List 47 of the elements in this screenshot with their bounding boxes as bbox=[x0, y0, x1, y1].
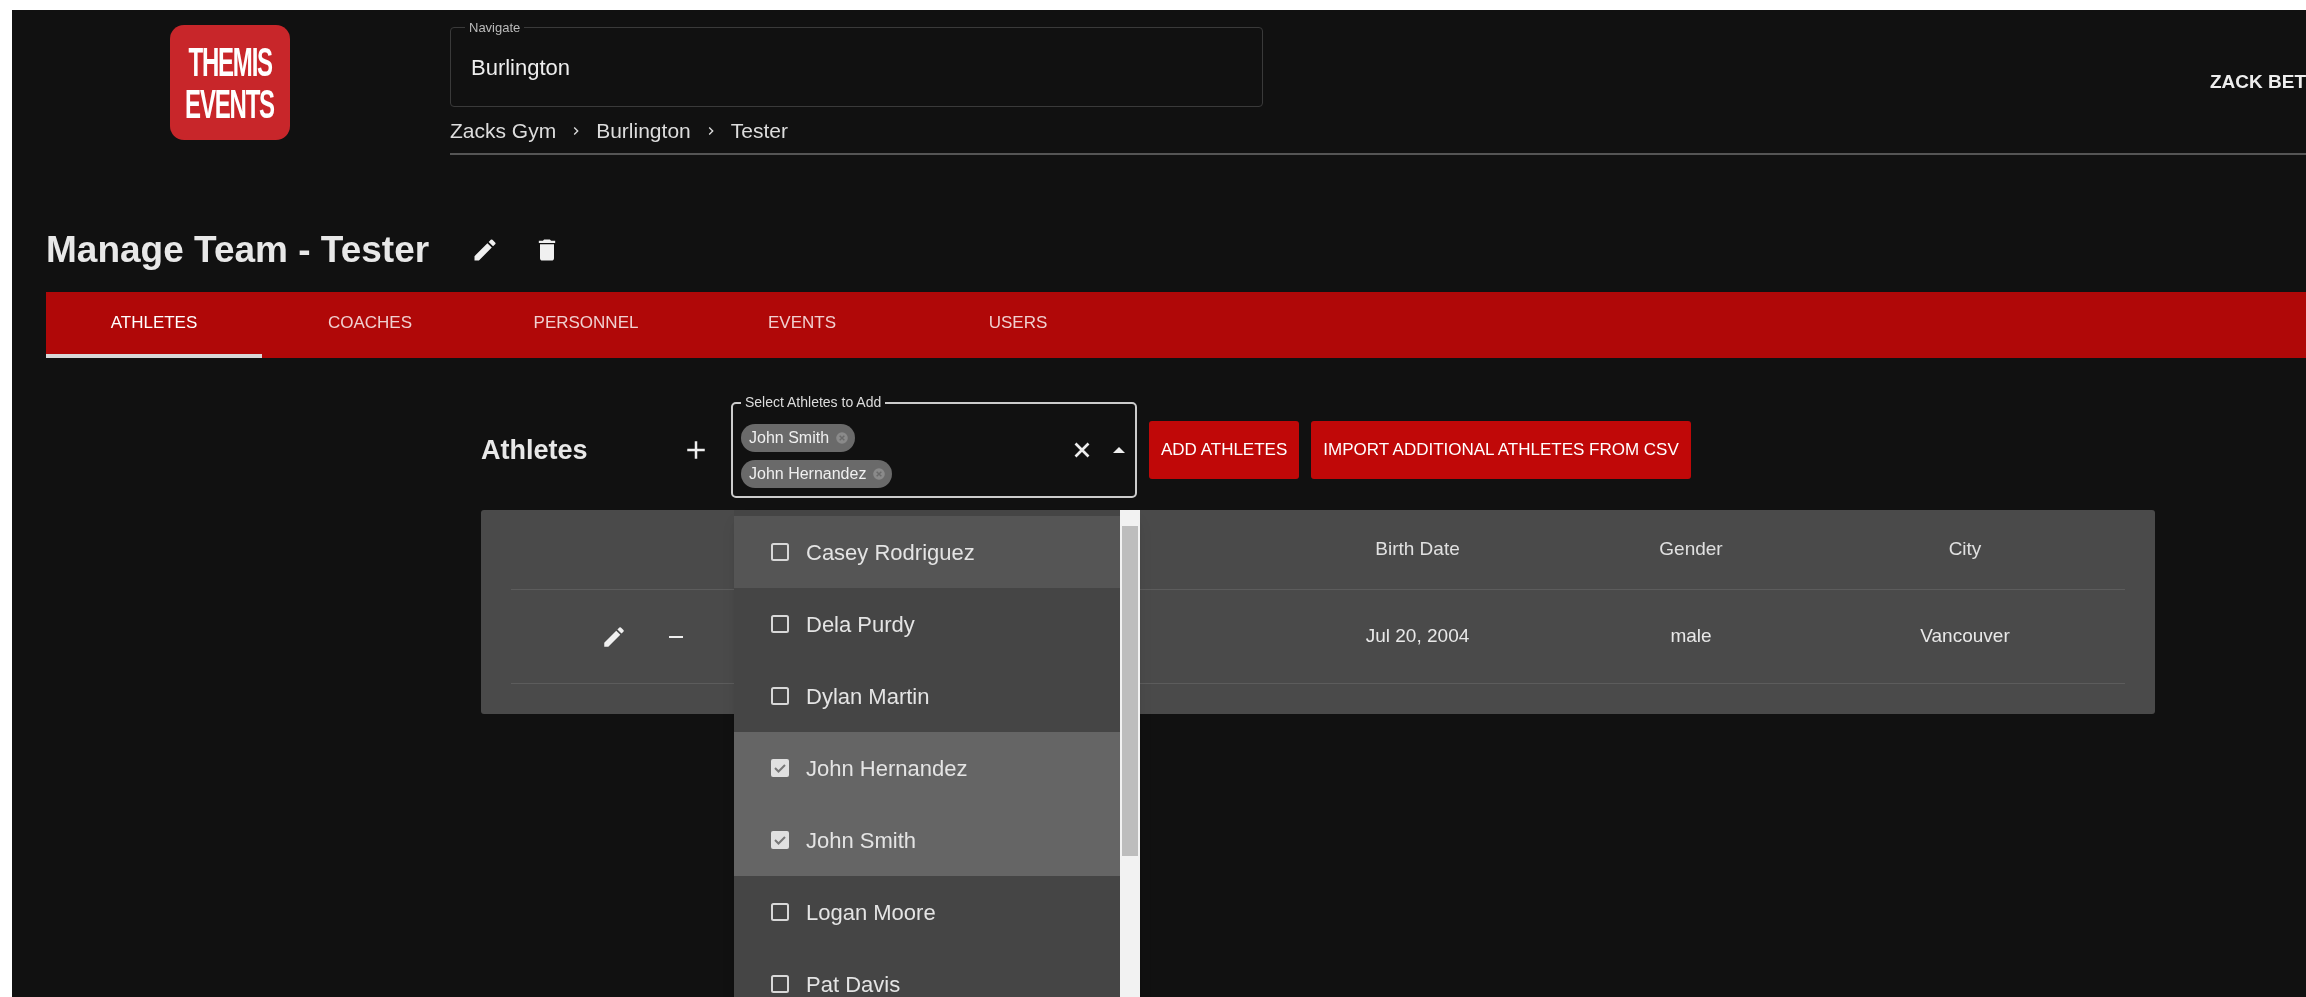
breadcrumb-link[interactable]: Zacks Gym bbox=[450, 115, 557, 147]
checkbox-icon bbox=[768, 972, 792, 996]
selected-chip[interactable]: John Hernandez bbox=[741, 460, 893, 488]
table-cell-text: Jul 20, 2004 bbox=[1365, 624, 1470, 649]
checkbox-checked-icon bbox=[768, 828, 792, 852]
table-cell-text: Vancouver bbox=[1920, 624, 2010, 649]
tab[interactable]: COACHES bbox=[262, 292, 478, 358]
option-label: Pat Davis bbox=[806, 970, 901, 997]
column-header: City bbox=[1948, 537, 1982, 562]
checkbox-icon bbox=[768, 612, 792, 636]
action-button[interactable]: ADD ATHLETES bbox=[1149, 421, 1300, 479]
selected-chip[interactable]: John Smith bbox=[741, 424, 856, 452]
table-cell-text: male bbox=[1670, 624, 1712, 649]
checkbox-icon bbox=[768, 684, 792, 708]
minus-icon bbox=[669, 635, 683, 638]
tab[interactable]: USERS bbox=[910, 292, 1126, 358]
checkbox-icon bbox=[768, 540, 792, 564]
chip-label: John Hernandez bbox=[749, 464, 867, 484]
option-label: Casey Rodriguez bbox=[806, 538, 975, 567]
tab[interactable]: EVENTS bbox=[694, 292, 910, 358]
logo-text: THEMIS bbox=[188, 41, 272, 82]
logo-text: EVENTS bbox=[185, 83, 275, 124]
action-button[interactable]: IMPORT ADDITIONAL ATHLETES FROM CSV bbox=[1311, 421, 1691, 479]
option-label: Dela Purdy bbox=[806, 610, 915, 639]
option-item[interactable]: John Hernandez bbox=[734, 732, 1120, 804]
field-value: Burlington bbox=[471, 53, 572, 82]
page-title: Manage Team - Tester bbox=[46, 228, 430, 273]
scrollbar[interactable] bbox=[1120, 510, 1140, 997]
breadcrumb-link[interactable]: Tester bbox=[730, 115, 788, 147]
chip-label: John Smith bbox=[749, 428, 830, 448]
remove-circle-icon bbox=[872, 467, 887, 481]
option-label: Logan Moore bbox=[806, 898, 936, 927]
breadcrumb-link[interactable]: Burlington bbox=[596, 115, 691, 147]
column-header: Birth Date bbox=[1375, 537, 1460, 562]
option-item[interactable]: Casey Rodriguez bbox=[734, 516, 1120, 588]
checkbox-icon bbox=[768, 900, 792, 924]
user-name[interactable]: ZACK BET bbox=[2209, 68, 2306, 97]
option-label: Dylan Martin bbox=[806, 682, 930, 711]
column-header: Gender bbox=[1659, 537, 1723, 562]
option-label: John Hernandez bbox=[806, 754, 968, 783]
remove-circle-icon bbox=[835, 431, 850, 445]
tab[interactable]: PERSONNEL bbox=[478, 292, 694, 358]
checkbox-checked-icon bbox=[768, 756, 792, 780]
section-title: Athletes bbox=[481, 433, 589, 467]
option-item[interactable]: John Smith bbox=[734, 804, 1120, 876]
tab[interactable]: ATHLETES bbox=[46, 292, 262, 358]
option-label: John Smith bbox=[806, 826, 917, 855]
